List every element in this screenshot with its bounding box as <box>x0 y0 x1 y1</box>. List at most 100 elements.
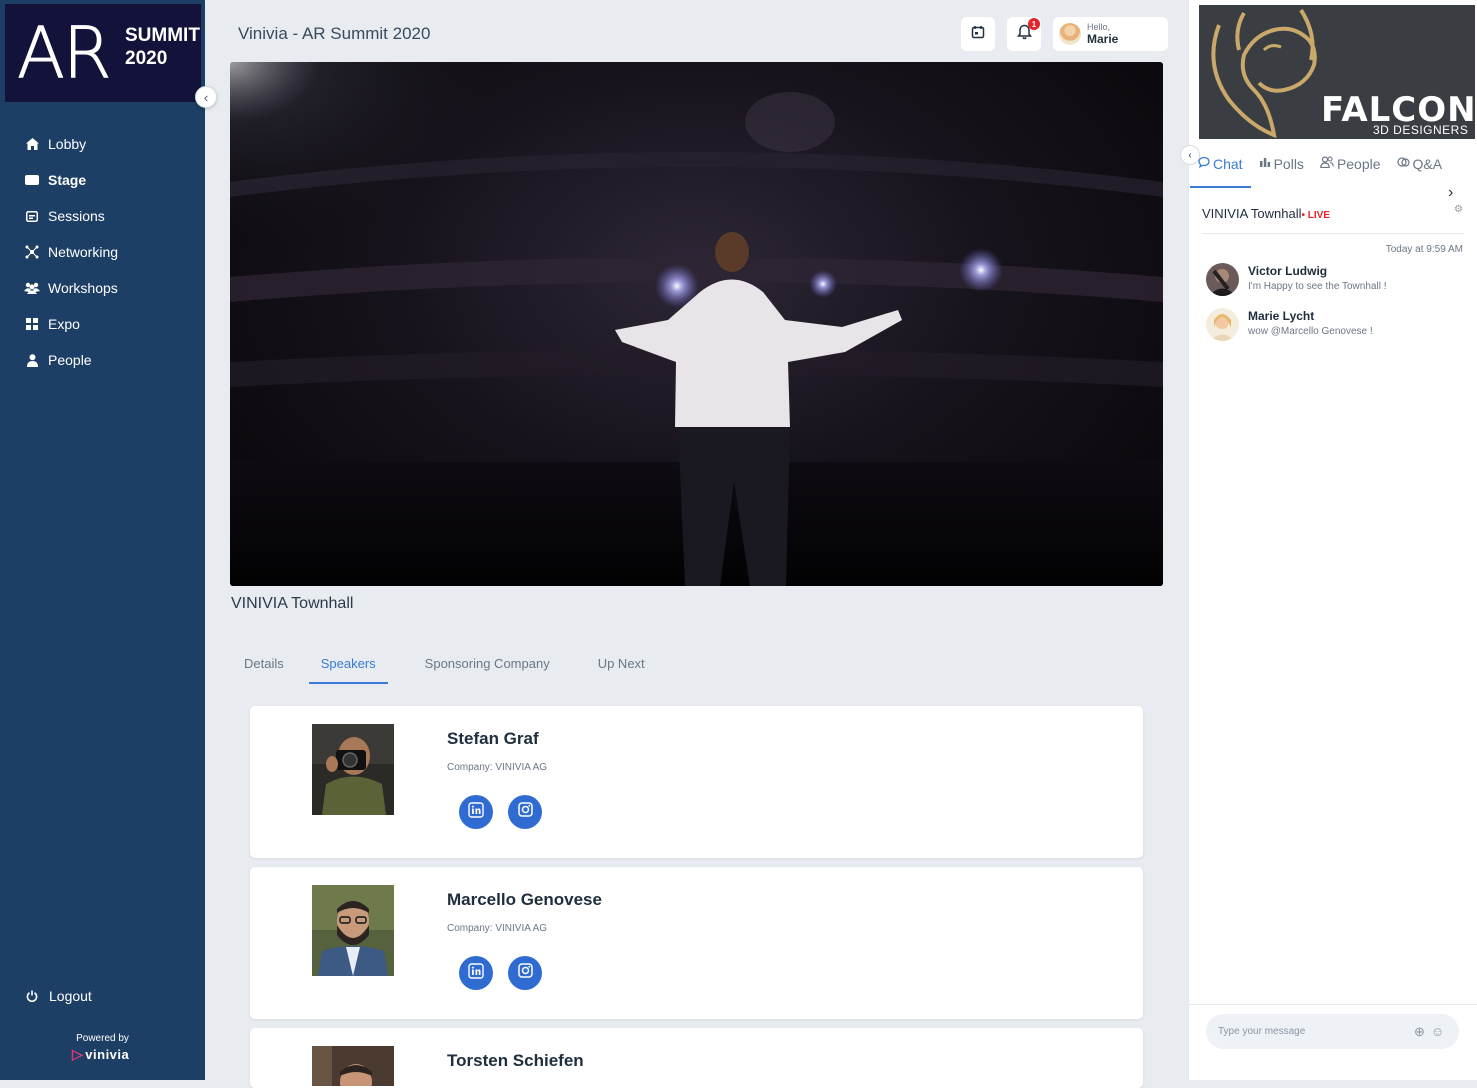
tab-people[interactable]: People <box>1312 150 1389 186</box>
chevron-left-icon: ‹ <box>203 89 209 105</box>
sidebar-item-label: People <box>48 352 92 368</box>
notifications-button[interactable]: 1 <box>1007 17 1041 51</box>
divider <box>1202 233 1464 234</box>
session-tabs: Details Speakers Sponsoring Company Up N… <box>232 648 669 684</box>
avatar[interactable] <box>1206 263 1239 296</box>
tab-up-next[interactable]: Up Next <box>586 648 657 682</box>
home-icon <box>24 137 40 151</box>
sidebar-item-workshops[interactable]: Workshops <box>0 270 205 306</box>
calendar-icon <box>971 25 985 44</box>
chat-message: Victor Ludwig I'm Happy to see the Townh… <box>1206 263 1386 296</box>
chat-timestamp: Today at 9:59 AM <box>1385 244 1463 255</box>
sidebar-item-label: Lobby <box>48 136 87 152</box>
falcon-logo-icon <box>1211 8 1317 139</box>
sidebar-item-networking[interactable]: Networking <box>0 234 205 270</box>
instagram-button[interactable] <box>508 956 542 990</box>
chevron-right-icon[interactable]: › <box>1448 184 1453 202</box>
chat-message: Marie Lycht wow @Marcello Genovese ! <box>1206 308 1373 341</box>
powered-by-label: Powered by <box>76 1033 129 1044</box>
instagram-icon <box>517 802 533 822</box>
speaker-card: Marcello Genovese Company: VINIVIA AG <box>250 867 1143 1019</box>
chat-author: Marie Lycht <box>1248 309 1315 323</box>
speaker-photo <box>312 885 394 976</box>
sidebar-item-lobby[interactable]: Lobby <box>0 126 205 162</box>
qa-icon <box>1396 156 1410 171</box>
tab-chat-label: Chat <box>1213 156 1243 172</box>
speaker-name: Stefan Graf <box>447 729 539 748</box>
speaker-company: Company: VINIVIA AG <box>447 923 548 934</box>
sidebar-item-label: Sessions <box>48 208 105 224</box>
event-logo[interactable]: AR SUMMIT 2020 <box>5 4 201 102</box>
chat-icon <box>1198 156 1210 171</box>
chat-message-body: Victor Ludwig I'm Happy to see the Townh… <box>1248 263 1386 296</box>
linkedin-icon <box>468 801 484 823</box>
sidebar-item-label: Expo <box>48 316 80 332</box>
sidebar-item-people[interactable]: People <box>0 342 205 378</box>
logout-button[interactable]: Logout <box>24 988 92 1004</box>
add-circle-icon[interactable]: ⊕ <box>1414 1024 1425 1040</box>
page-title: Vinivia - AR Summit 2020 <box>238 24 431 43</box>
stage-video-player[interactable] <box>230 62 1163 586</box>
instagram-button[interactable] <box>508 795 542 829</box>
linkedin-icon <box>468 962 484 984</box>
sidebar-item-label: Workshops <box>48 280 118 296</box>
sidebar-item-stage[interactable]: Stage <box>0 162 205 198</box>
tab-qa-label: Q&A <box>1412 156 1443 172</box>
logo-ar-text: AR <box>17 12 113 94</box>
tab-qa[interactable]: Q&A <box>1389 150 1451 186</box>
sponsor-name: FALCON <box>1321 90 1475 130</box>
instagram-icon <box>517 963 533 983</box>
chat-room-title: VINIVIA Townhall• LIVE <box>1202 206 1330 221</box>
sidebar: AR SUMMIT 2020 Lobby Stage Sessions Netw… <box>0 0 205 1080</box>
settings-icon[interactable]: ⚙ <box>1454 204 1463 215</box>
chat-text: I'm Happy to see the Townhall ! <box>1248 281 1387 292</box>
vinivia-brand-text: vinivia <box>85 1047 130 1062</box>
tab-sponsoring-company[interactable]: Sponsoring Company <box>413 648 562 682</box>
tab-polls-label: Polls <box>1273 156 1304 172</box>
vinivia-logo: ▷ vinivia <box>72 1046 129 1063</box>
live-badge: • LIVE <box>1301 210 1330 221</box>
linkedin-button[interactable] <box>459 795 493 829</box>
user-greeting: Hello, Marie <box>1087 22 1118 46</box>
right-panel-tabs: Chat Polls People Q&A <box>1190 150 1451 188</box>
person-icon <box>24 353 40 367</box>
speaker-name: Torsten Schiefen <box>447 1051 584 1070</box>
sidebar-item-sessions[interactable]: Sessions <box>0 198 205 234</box>
logo-year-text: 2020 <box>125 48 168 69</box>
chat-text: wow @Marcello Genovese ! <box>1248 326 1373 337</box>
right-panel-collapse-button[interactable]: ‹ <box>1180 145 1200 165</box>
tab-details[interactable]: Details <box>232 648 296 682</box>
sidebar-item-expo[interactable]: Expo <box>0 306 205 342</box>
tab-speakers[interactable]: Speakers <box>308 648 388 684</box>
group-icon <box>24 281 40 295</box>
linkedin-button[interactable] <box>459 956 493 990</box>
tab-people-label: People <box>1336 156 1381 172</box>
vinivia-mark-icon: ▷ <box>72 1046 84 1062</box>
emoji-icon[interactable]: ☺ <box>1431 1024 1444 1039</box>
grid-icon <box>24 317 40 331</box>
sidebar-collapse-button[interactable]: ‹ <box>195 86 217 108</box>
sponsor-tagline: 3D DESIGNERS <box>1373 123 1469 137</box>
logo-summit-text: SUMMIT <box>125 25 200 46</box>
avatar <box>1059 23 1081 45</box>
people-icon <box>1320 156 1334 171</box>
sidebar-nav: Lobby Stage Sessions Networking Workshop… <box>0 126 205 378</box>
chat-room-name: VINIVIA Townhall <box>1202 206 1302 221</box>
chat-input-bar: ⊕ ☺ <box>1206 1014 1459 1049</box>
speaker-photo <box>312 1046 394 1086</box>
chat-message-input[interactable] <box>1216 1025 1400 1038</box>
sponsor-banner[interactable]: FALCON 3D DESIGNERS <box>1199 5 1475 139</box>
logout-label: Logout <box>49 988 92 1004</box>
avatar[interactable] <box>1206 308 1239 341</box>
user-name: Marie <box>1087 32 1119 46</box>
network-icon <box>24 245 40 259</box>
speaker-card: Stefan Graf Company: VINIVIA AG <box>250 706 1143 858</box>
notification-badge: 1 <box>1028 18 1040 30</box>
user-menu[interactable]: Hello, Marie <box>1053 17 1168 51</box>
calendar-icon <box>24 209 40 223</box>
tab-polls[interactable]: Polls <box>1251 150 1312 186</box>
calendar-button[interactable] <box>961 17 995 51</box>
chat-message-body: Marie Lycht wow @Marcello Genovese ! <box>1248 308 1373 341</box>
chevron-left-icon: ‹ <box>1188 149 1192 161</box>
video-icon <box>24 173 40 187</box>
